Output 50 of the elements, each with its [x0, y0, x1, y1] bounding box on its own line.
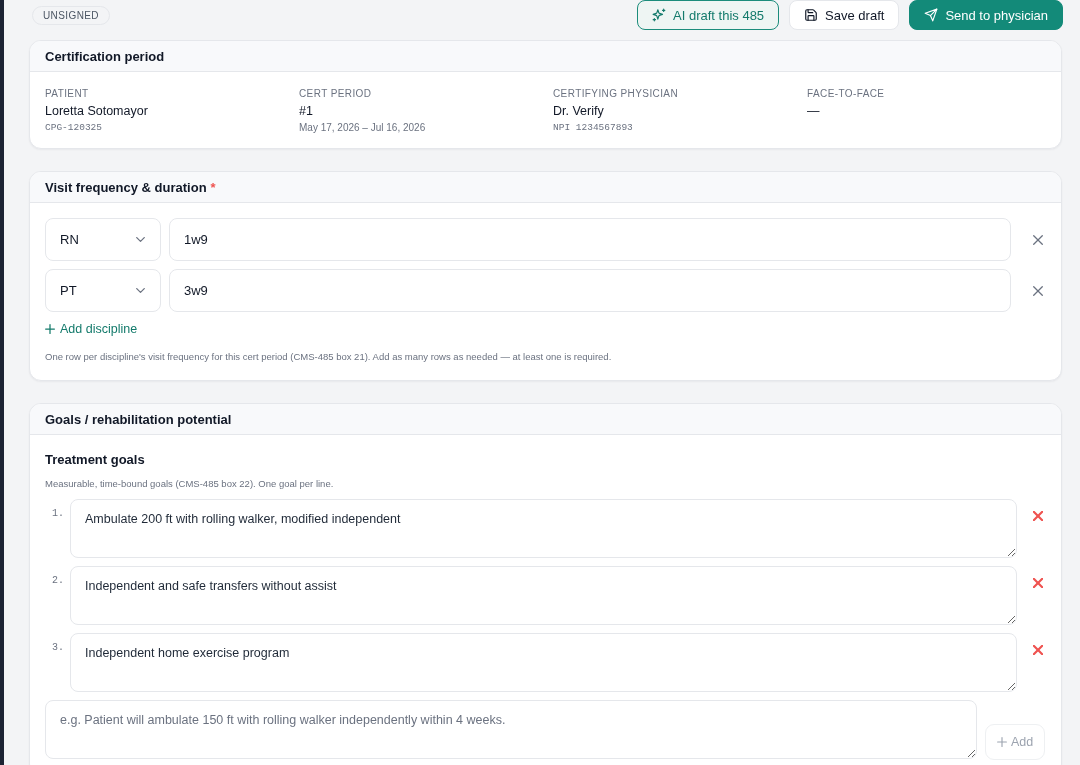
send-button[interactable]: Send to physician: [909, 0, 1063, 30]
add-discipline-button[interactable]: Add discipline: [45, 321, 138, 337]
field-code: NPI 1234567893: [553, 121, 633, 135]
field-label: PATIENT: [45, 87, 89, 101]
field-label: CERTIFYING PHYSICIAN: [553, 87, 679, 101]
close-icon: [1033, 578, 1043, 588]
plus-icon: [996, 737, 1007, 747]
new-goal-textarea[interactable]: e.g. Patient will ambulate 150 ft with rolling walker independently within 4 weeks.: [45, 700, 977, 759]
card-title: Certification period: [45, 48, 165, 64]
ai-draft-button[interactable]: AI draft this 485: [637, 0, 780, 30]
close-icon: [1033, 234, 1043, 245]
discipline-select[interactable]: RN: [45, 218, 161, 261]
remove-row-button[interactable]: [1031, 232, 1045, 247]
frequency-input[interactable]: 3w9: [169, 269, 1011, 312]
remove-goal-button[interactable]: [1031, 643, 1045, 657]
close-icon: [1033, 285, 1043, 296]
field-label: FACE-TO-FACE: [807, 87, 885, 101]
frequency-input[interactable]: 1w9: [169, 218, 1011, 261]
field-dates: May 17, 2026 – Jul 16, 2026: [299, 121, 426, 135]
goal-textarea[interactable]: Independent home exercise program: [70, 633, 1017, 692]
chevron-down-icon: [136, 288, 145, 293]
required-indicator: *: [210, 179, 216, 195]
field-value: —: [807, 103, 820, 120]
field-value: #1: [299, 103, 313, 120]
remove-goal-button[interactable]: [1031, 576, 1045, 590]
close-icon: [1033, 511, 1043, 521]
card-title: Goals / rehabilitation potential: [45, 411, 232, 427]
chevron-down-icon: [136, 237, 145, 242]
field-label: CERT PERIOD: [299, 87, 372, 101]
help-text: One row per discipline's visit frequency for this cert period (CMS-485 box 21). Add as many rows as needed — at least one is required.: [45, 350, 612, 364]
field-value: Loretta Sotomayor: [45, 103, 148, 120]
sparkle-icon: [652, 8, 667, 22]
close-icon: [1033, 645, 1043, 655]
save-draft-button[interactable]: Save draft: [789, 0, 900, 30]
remove-goal-button[interactable]: [1031, 509, 1045, 523]
help-text: Measurable, time-bound goals (CMS-485 box 22). One goal per line.: [45, 477, 335, 491]
status-badge: UNSIGNED: [32, 5, 110, 25]
remove-row-button[interactable]: [1031, 283, 1045, 298]
card-title: Visit frequency & duration: [45, 179, 207, 195]
goal-number: 1.: [51, 507, 65, 520]
field-code: CPG-120325: [45, 121, 102, 135]
section-title: Treatment goals: [45, 451, 146, 469]
field-value: Dr. Verify: [553, 103, 604, 120]
discipline-select[interactable]: PT: [45, 269, 161, 312]
goal-textarea[interactable]: Ambulate 200 ft with rolling walker, modified independent: [70, 499, 1017, 558]
goal-textarea[interactable]: Independent and safe transfers without assist: [70, 566, 1017, 625]
plus-icon: [45, 324, 55, 334]
goal-number: 2.: [51, 574, 65, 587]
send-icon: [924, 8, 939, 22]
goal-number: 3.: [51, 641, 65, 654]
